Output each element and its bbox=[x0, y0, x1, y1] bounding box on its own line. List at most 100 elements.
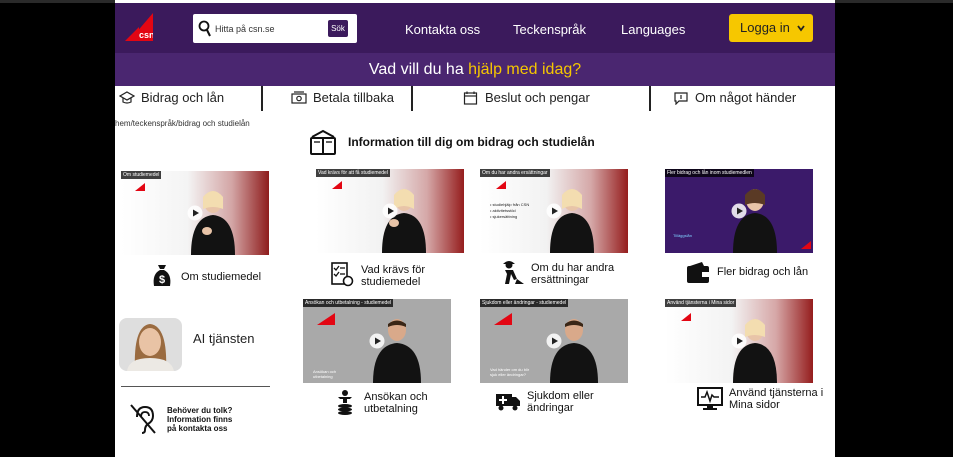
chevron-down-icon bbox=[797, 25, 805, 32]
video-thumbnail[interactable]: Om studiemedel bbox=[121, 171, 269, 255]
tab-om-nagot-hander[interactable]: Om något händer bbox=[673, 90, 796, 105]
bullet-item: • sjukersättning bbox=[490, 214, 518, 219]
csn-logo bbox=[317, 313, 335, 325]
play-icon[interactable] bbox=[382, 203, 398, 219]
video-title: Sjukdom eller ändringar - studiemedel bbox=[480, 299, 569, 307]
tolk-line: Behöver du tolk? bbox=[167, 406, 233, 415]
nav-link-teckensprak[interactable]: Teckenspråk bbox=[513, 22, 586, 37]
category-tabs: Bidrag och lån Betala tillbaka Beslut oc… bbox=[115, 86, 835, 114]
search-button[interactable]: Sök bbox=[328, 20, 348, 37]
csn-logo bbox=[135, 183, 145, 191]
video-thumbnail[interactable]: Använd tjänsterna i Mina sidor bbox=[665, 299, 813, 383]
coins-person-icon bbox=[338, 390, 352, 415]
video-caption[interactable]: Vad krävs för studiemedel bbox=[329, 261, 425, 288]
ambulance-icon bbox=[496, 394, 520, 411]
video-title: Om studiemedel bbox=[121, 171, 162, 179]
hero-banner: Vad vill du ha hjälp med idag? bbox=[115, 53, 835, 86]
video-title: Ansökan och utbetalning - studiemedel bbox=[303, 299, 394, 307]
tab-betala-tillbaka[interactable]: Betala tillbaka bbox=[291, 90, 394, 105]
overlay-text: Vad händer om du blir sjuk eller ändring… bbox=[490, 367, 530, 377]
csn-logo bbox=[494, 313, 512, 325]
calendar-icon bbox=[463, 91, 478, 105]
caption-text: Ansökan och utbetalning bbox=[364, 391, 428, 415]
tab-divider bbox=[261, 86, 263, 111]
video-title: Om du har andra ersättningar bbox=[480, 169, 550, 177]
svg-text:$: $ bbox=[159, 274, 165, 286]
ai-service-link[interactable]: AI tjänsten bbox=[193, 331, 254, 346]
ai-avatar[interactable] bbox=[119, 318, 182, 371]
video-caption[interactable]: Använd tjänsterna i Mina sidor bbox=[697, 386, 823, 412]
svg-text:csn: csn bbox=[139, 30, 153, 40]
caption-text: Vad krävs för studiemedel bbox=[361, 264, 425, 288]
csn-logo bbox=[681, 313, 691, 321]
monitor-pulse-icon bbox=[697, 387, 723, 410]
tab-label: Betala tillbaka bbox=[313, 90, 394, 105]
play-icon[interactable] bbox=[369, 333, 385, 349]
caption-text: Sjukdom eller ändringar bbox=[527, 390, 594, 414]
section-title: Information till dig om bidrag och studi… bbox=[348, 135, 595, 149]
csn-logo bbox=[332, 181, 342, 189]
video-caption[interactable]: $ Om studiemedel bbox=[149, 262, 261, 288]
video-thumbnail[interactable]: Sjukdom eller ändringar - studiemedel Va… bbox=[480, 299, 628, 383]
checklist-icon bbox=[331, 262, 354, 287]
video-thumbnail[interactable]: Fler bidrag och lån inom studiemedlen Ti… bbox=[665, 169, 813, 253]
tolk-line: Information finns bbox=[167, 415, 233, 424]
video-caption[interactable]: Ansökan och utbetalning bbox=[332, 389, 428, 415]
csn-logo[interactable]: csn bbox=[125, 13, 153, 41]
banner-text: Vad vill du ha bbox=[368, 61, 469, 78]
login-button[interactable]: Logga in bbox=[729, 14, 813, 42]
video-thumbnail[interactable]: Ansökan och utbetalning - studiemedel An… bbox=[303, 299, 451, 383]
banner-highlight: hjälp med idag? bbox=[468, 61, 582, 78]
wallet-icon bbox=[687, 262, 709, 283]
search-box: Sök bbox=[193, 14, 357, 43]
interpreter-info[interactable]: Behöver du tolk? Information finns på ko… bbox=[167, 406, 232, 433]
video-caption[interactable]: Fler bidrag och lån bbox=[685, 260, 808, 286]
page: csn Sök Kontakta oss Teckenspråk Languag… bbox=[115, 0, 835, 457]
tolk-line: på kontakta oss bbox=[167, 424, 228, 433]
tab-bidrag-och-lan[interactable]: Bidrag och lån bbox=[119, 90, 224, 105]
tab-divider bbox=[649, 86, 651, 111]
csn-logo bbox=[496, 181, 506, 189]
video-title: Vad krävs för att få studiemedel bbox=[316, 169, 390, 177]
video-caption[interactable]: Om du har andra ersättningar bbox=[499, 259, 614, 286]
play-icon[interactable] bbox=[546, 333, 562, 349]
video-title: Använd tjänsterna i Mina sidor bbox=[665, 299, 737, 307]
login-label: Logga in bbox=[740, 20, 790, 35]
graduation-cap-icon bbox=[119, 90, 135, 104]
book-icon bbox=[310, 129, 336, 155]
overlay-text: Tilläggslån bbox=[673, 233, 692, 238]
csn-logo bbox=[801, 241, 811, 249]
caption-text: Om studiemedel bbox=[181, 271, 262, 283]
money-bag-icon: $ bbox=[153, 265, 171, 286]
construction-worker-icon bbox=[503, 261, 524, 284]
tab-beslut-och-pengar[interactable]: Beslut och pengar bbox=[463, 90, 590, 105]
caption-text: Använd tjänsterna i Mina sidor bbox=[729, 387, 824, 411]
search-input[interactable] bbox=[215, 19, 323, 38]
money-icon bbox=[291, 90, 307, 104]
header: csn Sök Kontakta oss Teckenspråk Languag… bbox=[115, 3, 835, 53]
hearing-impaired-icon bbox=[130, 404, 156, 434]
play-icon[interactable] bbox=[187, 205, 203, 221]
breadcrumb[interactable]: hem/teckenspråk/bidrag och studielån bbox=[115, 119, 250, 128]
tab-divider bbox=[411, 86, 413, 111]
avatar-image bbox=[119, 318, 182, 371]
video-thumbnail[interactable]: Om du har andra ersättningar • studiehjä… bbox=[480, 169, 628, 253]
caption-text: Om du har andra ersättningar bbox=[531, 262, 615, 286]
nav-link-languages[interactable]: Languages bbox=[621, 22, 685, 37]
video-thumbnail[interactable]: Vad krävs för att få studiemedel bbox=[316, 169, 464, 253]
play-icon[interactable] bbox=[546, 203, 562, 219]
tab-label: Bidrag och lån bbox=[141, 90, 225, 105]
play-icon[interactable] bbox=[731, 333, 747, 349]
section-heading: Information till dig om bidrag och studi… bbox=[308, 127, 595, 157]
play-icon[interactable] bbox=[731, 203, 747, 219]
video-title: Fler bidrag och lån inom studiemedlen bbox=[665, 169, 754, 177]
nav-link-kontakta[interactable]: Kontakta oss bbox=[405, 22, 480, 37]
tab-label: Om något händer bbox=[695, 90, 797, 105]
chat-icon bbox=[674, 91, 688, 105]
divider bbox=[121, 386, 270, 387]
bullet-list: • studiehjälp från CSN • aktivitetsstöd … bbox=[490, 202, 529, 220]
video-caption[interactable]: Sjukdom eller ändringar bbox=[495, 387, 594, 414]
overlay-text: Ansökan och utbetalning bbox=[313, 369, 337, 379]
search-icon bbox=[198, 20, 211, 37]
tab-label: Beslut och pengar bbox=[485, 90, 590, 105]
